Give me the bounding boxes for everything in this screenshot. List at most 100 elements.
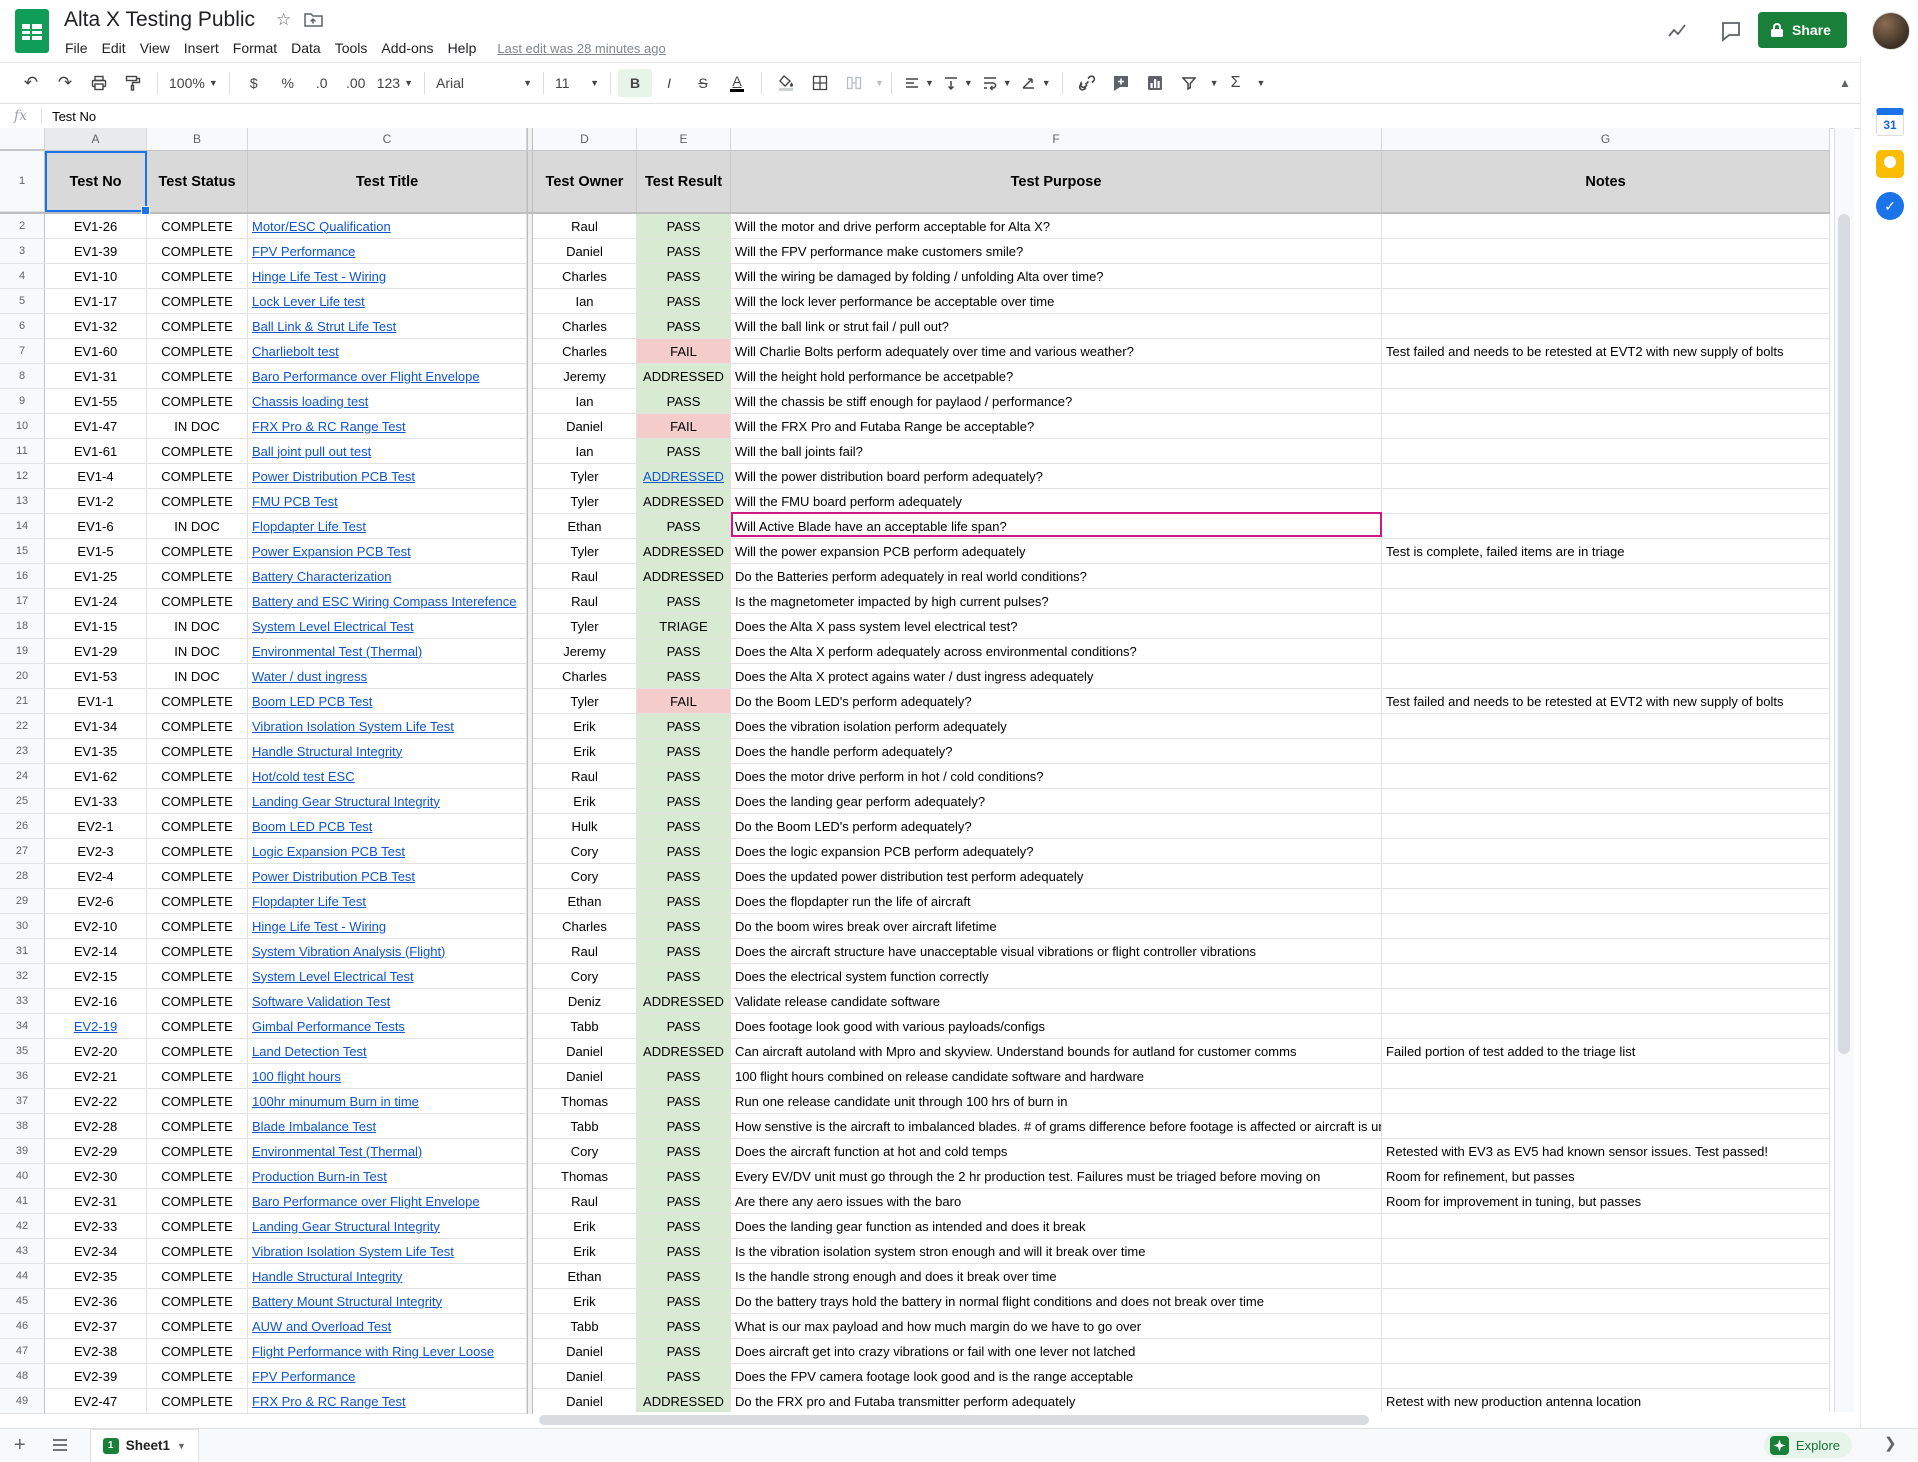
document-title[interactable]: Alta X Testing Public [64,8,255,32]
cell-F6[interactable]: Will the ball link or strut fail / pull … [731,314,1382,339]
cell-C24[interactable]: Hot/cold test ESC [248,764,527,789]
cell-B42[interactable]: COMPLETE [147,1214,248,1239]
cell-D18[interactable]: Tyler [533,614,637,639]
cell-A32[interactable]: EV2-15 [45,964,147,989]
filter-button[interactable] [1172,69,1206,97]
insert-link-button[interactable] [1070,69,1104,97]
column-header-E[interactable]: E [637,128,731,150]
title-link[interactable]: Battery and ESC Wiring Compass Interefen… [252,594,516,609]
cell-G13[interactable] [1382,489,1830,514]
cell-G34[interactable] [1382,1014,1830,1039]
cell-D9[interactable]: Ian [533,389,637,414]
hide-side-panel-icon[interactable]: ❯ [1884,1434,1897,1452]
menu-view[interactable]: View [133,37,177,59]
row-header-24[interactable]: 24 [0,764,45,789]
cell-C4[interactable]: Hinge Life Test - Wiring [248,264,527,289]
row-header-12[interactable]: 12 [0,464,45,489]
cell-C28[interactable]: Power Distribution PCB Test [248,864,527,889]
header-cell-G1[interactable]: Notes [1382,151,1830,212]
title-link[interactable]: Charliebolt test [252,344,339,359]
cell-B3[interactable]: COMPLETE [147,239,248,264]
cell-A26[interactable]: EV2-1 [45,814,147,839]
title-link[interactable]: Battery Mount Structural Integrity [252,1294,442,1309]
cell-E38[interactable]: PASS [637,1114,731,1139]
cell-C32[interactable]: System Level Electrical Test [248,964,527,989]
cell-F14[interactable]: Will Active Blade have an acceptable lif… [731,514,1382,539]
undo-button[interactable]: ↶ [14,69,48,97]
move-to-folder-icon[interactable] [304,12,323,28]
cell-B46[interactable]: COMPLETE [147,1314,248,1339]
cell-C25[interactable]: Landing Gear Structural Integrity [248,789,527,814]
cell-A29[interactable]: EV2-6 [45,889,147,914]
row-header-19[interactable]: 19 [0,639,45,664]
cell-A25[interactable]: EV1-33 [45,789,147,814]
cell-B7[interactable]: COMPLETE [147,339,248,364]
cell-F36[interactable]: 100 flight hours combined on release can… [731,1064,1382,1089]
row-header-36[interactable]: 36 [0,1064,45,1089]
cell-B4[interactable]: COMPLETE [147,264,248,289]
cell-D16[interactable]: Raul [533,564,637,589]
cell-F8[interactable]: Will the height hold performance be acce… [731,364,1382,389]
cell-G19[interactable] [1382,639,1830,664]
row-header-14[interactable]: 14 [0,514,45,539]
cell-B32[interactable]: COMPLETE [147,964,248,989]
cell-A7[interactable]: EV1-60 [45,339,147,364]
cell-D40[interactable]: Thomas [533,1164,637,1189]
cell-A21[interactable]: EV1-1 [45,689,147,714]
cell-B39[interactable]: COMPLETE [147,1139,248,1164]
cell-D2[interactable]: Raul [533,214,637,239]
column-header-A[interactable]: A [45,128,147,150]
row-header-34[interactable]: 34 [0,1014,45,1039]
row-header-43[interactable]: 43 [0,1239,45,1264]
cell-A45[interactable]: EV2-36 [45,1289,147,1314]
cell-A39[interactable]: EV2-29 [45,1139,147,1164]
cell-E29[interactable]: PASS [637,889,731,914]
cell-A34[interactable]: EV2-19 [45,1014,147,1039]
cell-F15[interactable]: Will the power expansion PCB perform ade… [731,539,1382,564]
cell-B6[interactable]: COMPLETE [147,314,248,339]
zoom-select[interactable]: 100%▼ [165,69,222,97]
decrease-decimal-button[interactable]: .0 [305,69,339,97]
cell-G29[interactable] [1382,889,1830,914]
row-header-45[interactable]: 45 [0,1289,45,1314]
cell-E41[interactable]: PASS [637,1189,731,1214]
cell-C16[interactable]: Battery Characterization [248,564,527,589]
row-header-44[interactable]: 44 [0,1264,45,1289]
cell-F26[interactable]: Do the Boom LED's perform adequately? [731,814,1382,839]
cell-G42[interactable] [1382,1214,1830,1239]
explore-button[interactable]: Explore [1764,1432,1852,1458]
cell-E17[interactable]: PASS [637,589,731,614]
cell-G47[interactable] [1382,1339,1830,1364]
cell-D10[interactable]: Daniel [533,414,637,439]
cell-A43[interactable]: EV2-34 [45,1239,147,1264]
row-header-31[interactable]: 31 [0,939,45,964]
title-link[interactable]: Lock Lever Life test [252,294,365,309]
cell-G32[interactable] [1382,964,1830,989]
cell-C20[interactable]: Water / dust ingress [248,664,527,689]
cell-E34[interactable]: PASS [637,1014,731,1039]
cell-B12[interactable]: COMPLETE [147,464,248,489]
cell-A28[interactable]: EV2-4 [45,864,147,889]
title-link[interactable]: Power Distribution PCB Test [252,869,415,884]
cell-F22[interactable]: Does the vibration isolation perform ade… [731,714,1382,739]
cell-G12[interactable] [1382,464,1830,489]
cell-G23[interactable] [1382,739,1830,764]
functions-button[interactable]: Σ [1219,69,1253,97]
cell-A38[interactable]: EV2-28 [45,1114,147,1139]
title-link[interactable]: Hinge Life Test - Wiring [252,919,386,934]
cell-A30[interactable]: EV2-10 [45,914,147,939]
cell-D7[interactable]: Charles [533,339,637,364]
cell-E18[interactable]: TRIAGE [637,614,731,639]
cell-F43[interactable]: Is the vibration isolation system stron … [731,1239,1382,1264]
title-link[interactable]: Flopdapter Life Test [252,519,366,534]
cell-G45[interactable] [1382,1289,1830,1314]
cell-D45[interactable]: Erik [533,1289,637,1314]
cell-A23[interactable]: EV1-35 [45,739,147,764]
cell-E3[interactable]: PASS [637,239,731,264]
cell-B40[interactable]: COMPLETE [147,1164,248,1189]
cell-F4[interactable]: Will the wiring be damaged by folding / … [731,264,1382,289]
row-header-38[interactable]: 38 [0,1114,45,1139]
cell-G33[interactable] [1382,989,1830,1014]
cell-C18[interactable]: System Level Electrical Test [248,614,527,639]
row-header-18[interactable]: 18 [0,614,45,639]
